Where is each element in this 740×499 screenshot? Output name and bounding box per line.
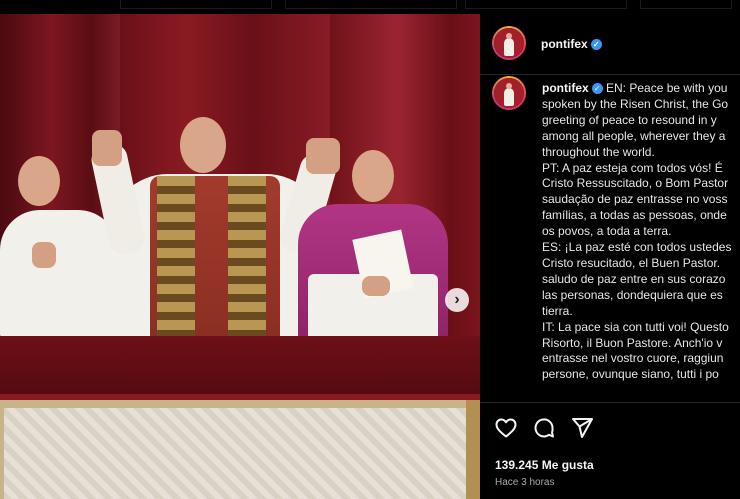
likes-count[interactable]: 139.245 Me gusta bbox=[495, 458, 594, 472]
top-bar-segment bbox=[465, 0, 627, 9]
caption-line: spoken by the Risen Christ, the Go bbox=[542, 96, 729, 111]
caption-line: EN: Peace be with you bbox=[606, 81, 728, 95]
comment-icon[interactable] bbox=[532, 416, 556, 440]
caption-line: saludo de paz entre en sus corazo bbox=[542, 271, 726, 286]
post-actions: 139.245 Me gusta Hace 3 horas bbox=[480, 402, 740, 499]
caption-line: saudação de paz entrasse no voss bbox=[542, 192, 728, 207]
caption-line: persone, ovunque siano, tutti i po bbox=[542, 367, 719, 382]
caption-line: greeting of peace to resound in y bbox=[542, 112, 717, 127]
top-bar-segment bbox=[285, 0, 457, 9]
caption-line: famílias, a todas as pessoas, onde bbox=[542, 208, 727, 223]
tapestry bbox=[0, 400, 480, 499]
caption-line: tierra. bbox=[542, 303, 573, 318]
verified-badge-icon: ✓ bbox=[590, 39, 602, 51]
post-header: pontifex ✓ bbox=[480, 14, 740, 75]
caption-line: Cristo resucitado, el Buen Pastor. bbox=[542, 255, 721, 270]
share-icon[interactable] bbox=[570, 416, 594, 440]
post-caption: pontifex ✓ EN: Peace be with you spoken b… bbox=[542, 81, 740, 383]
caption-line: throughout the world. bbox=[542, 144, 655, 159]
top-bar-segment bbox=[640, 0, 732, 9]
caption-line: Risorto, il Buon Pastore. Anch'io v bbox=[542, 335, 723, 350]
verified-badge-icon: ✓ bbox=[591, 83, 603, 95]
post-image[interactable]: › bbox=[0, 14, 480, 499]
caption-avatar[interactable] bbox=[492, 76, 526, 110]
top-bar-segment bbox=[120, 0, 272, 9]
chevron-right-icon: › bbox=[454, 291, 460, 308]
caption-username[interactable]: pontifex bbox=[542, 81, 589, 95]
next-image-button[interactable]: › bbox=[445, 288, 469, 312]
caption-line: os povos, a toda a terra. bbox=[542, 224, 672, 239]
caption-line: las personas, dondequiera que es bbox=[542, 287, 723, 302]
post-side-panel: pontifex ✓ pontifex ✓ EN: Peace be with yo… bbox=[480, 14, 740, 499]
caption-line: IT: La pace sia con tutti voi! Questo bbox=[542, 319, 729, 334]
caption-line: PT: A paz esteja com todos vós! É bbox=[542, 160, 723, 175]
caption-line: entrasse nel vostro cuore, raggiun bbox=[542, 351, 724, 366]
top-bar bbox=[0, 0, 740, 14]
caption-line: among all people, wherever they a bbox=[542, 128, 726, 143]
header-username[interactable]: pontifex ✓ bbox=[541, 37, 602, 51]
caption-line: ES: ¡La paz esté con todos ustedes bbox=[542, 240, 732, 255]
caption-line: Cristo Ressuscitado, o Bom Pastor bbox=[542, 176, 729, 191]
like-heart-icon[interactable] bbox=[494, 416, 518, 440]
avatar[interactable] bbox=[492, 26, 526, 60]
post-timestamp[interactable]: Hace 3 horas bbox=[495, 477, 554, 488]
